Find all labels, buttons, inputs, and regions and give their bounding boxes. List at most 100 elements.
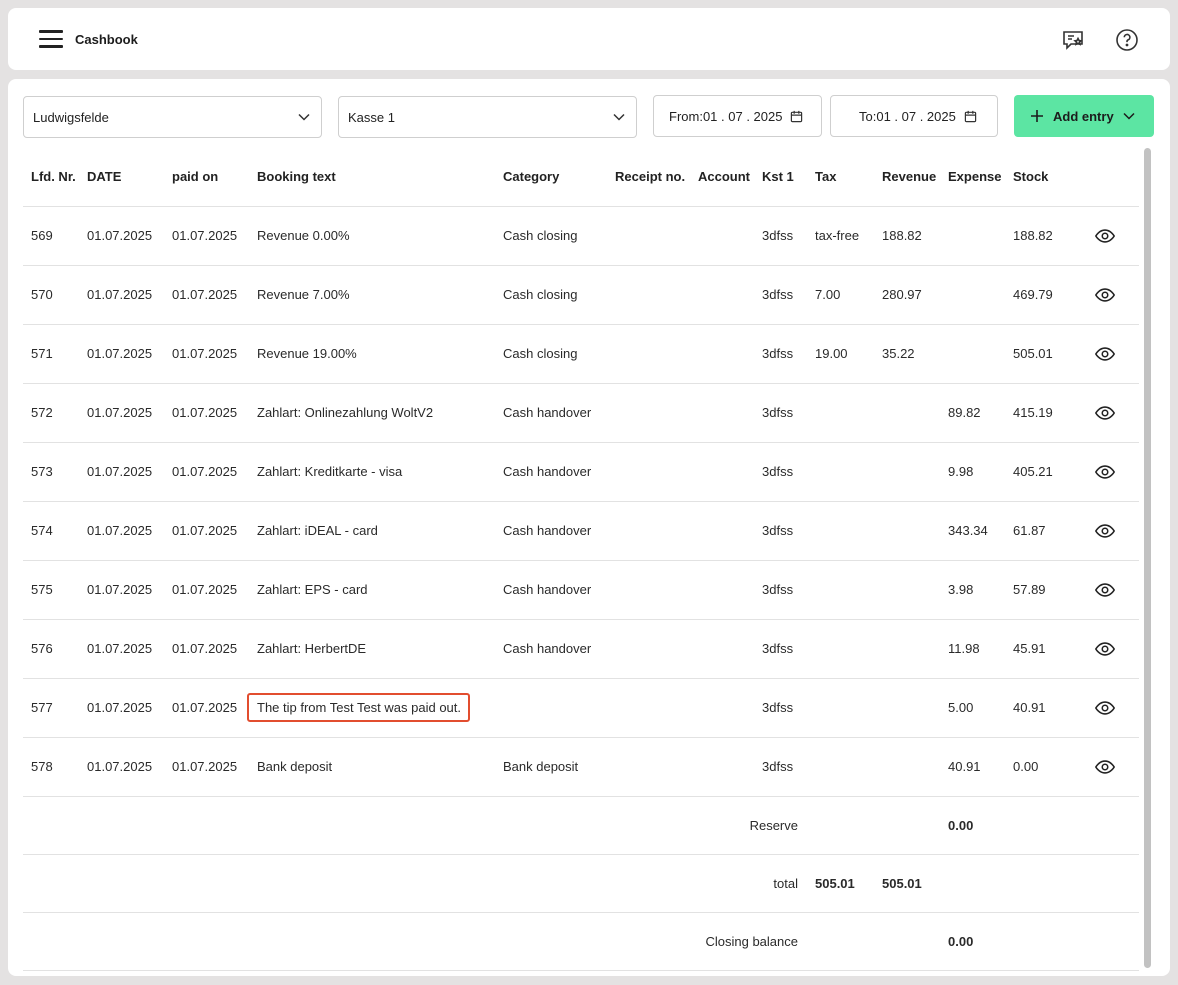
column-header: Lfd. Nr. [23, 147, 79, 207]
cell-account [690, 560, 754, 620]
column-header: paid on [164, 147, 249, 207]
cell-category: Cash handover [495, 619, 607, 679]
location-select[interactable]: Ludwigsfelde [23, 96, 322, 138]
calendar-icon[interactable] [964, 110, 977, 123]
cell-account [690, 501, 754, 561]
table-row[interactable]: 575 01.07.2025 01.07.2025 Zahlart: EPS - ca… [23, 560, 1139, 620]
cell-account [690, 265, 754, 325]
cell-text: Bank deposit [249, 737, 495, 797]
add-entry-button[interactable]: Add entry [1014, 95, 1154, 137]
cell-tax: 19.00 [807, 324, 874, 384]
cell-category [495, 678, 607, 738]
cell-revenue [874, 501, 940, 561]
table-row[interactable]: 578 01.07.2025 01.07.2025 Bank deposit Bank … [23, 737, 1139, 797]
view-entry-button[interactable] [1077, 619, 1139, 679]
view-entry-button[interactable] [1077, 501, 1139, 561]
cell-kst: 3dfss [754, 383, 807, 443]
eye-icon[interactable] [1094, 343, 1116, 365]
summary-value: 0.00 [940, 912, 1005, 971]
page-title: Cashbook [75, 32, 138, 47]
cell-revenue [874, 383, 940, 443]
cell-expense: 5.00 [940, 678, 1005, 738]
cell-date: 01.07.2025 [79, 442, 164, 502]
cell-revenue: 280.97 [874, 265, 940, 325]
summary-value: 505.01 [874, 854, 940, 913]
eye-icon[interactable] [1094, 579, 1116, 601]
cell-expense [940, 324, 1005, 384]
view-entry-button[interactable] [1077, 737, 1139, 797]
cashbook-table: Lfd. Nr. DATE paid on Booking text Category R… [23, 147, 1139, 971]
calendar-icon[interactable] [790, 110, 803, 123]
view-entry-button[interactable] [1077, 560, 1139, 620]
cell-tax: tax-free [807, 206, 874, 266]
top-bar: Cashbook [8, 8, 1170, 70]
cell-account [690, 383, 754, 443]
table-row[interactable]: 572 01.07.2025 01.07.2025 Zahlart: Onlineza… [23, 383, 1139, 443]
cell-tax [807, 678, 874, 738]
cell-date: 01.07.2025 [79, 560, 164, 620]
cell-revenue: 188.82 [874, 206, 940, 266]
cell-kst: 3dfss [754, 206, 807, 266]
table-row[interactable]: 573 01.07.2025 01.07.2025 Zahlart: Kreditka… [23, 442, 1139, 502]
cell-paid-on: 01.07.2025 [164, 442, 249, 502]
cell-revenue [874, 442, 940, 502]
eye-icon[interactable] [1094, 756, 1116, 778]
to-date-input[interactable]: To: 01 . 07 . 2025 [830, 95, 998, 137]
cell-revenue [874, 737, 940, 797]
cell-date: 01.07.2025 [79, 206, 164, 266]
help-circle-icon[interactable] [1115, 28, 1139, 52]
eye-icon[interactable] [1094, 284, 1116, 306]
view-entry-button[interactable] [1077, 206, 1139, 266]
cell-stock: 0.00 [1005, 737, 1077, 797]
summary-empty-cell [1005, 912, 1077, 971]
cell-nr: 573 [23, 442, 79, 502]
eye-icon[interactable] [1094, 638, 1116, 660]
chat-star-icon[interactable] [1061, 28, 1085, 52]
to-label: To: [859, 108, 877, 124]
eye-icon[interactable] [1094, 697, 1116, 719]
view-entry-button[interactable] [1077, 383, 1139, 443]
cell-receipt [607, 560, 690, 620]
eye-icon[interactable] [1094, 402, 1116, 424]
summary-value: 0.00 [940, 796, 1005, 855]
table-row[interactable]: 570 01.07.2025 01.07.2025 Revenue 7.00% Cash… [23, 265, 1139, 325]
cell-receipt [607, 206, 690, 266]
eye-icon[interactable] [1094, 520, 1116, 542]
cell-date: 01.07.2025 [79, 619, 164, 679]
view-entry-button[interactable] [1077, 324, 1139, 384]
eye-icon[interactable] [1094, 461, 1116, 483]
view-entry-button[interactable] [1077, 442, 1139, 502]
summary-label: total [23, 854, 807, 913]
cell-paid-on: 01.07.2025 [164, 324, 249, 384]
cell-tax [807, 501, 874, 561]
chevron-down-icon [1123, 112, 1135, 120]
register-select[interactable]: Kasse 1 [338, 96, 637, 138]
table-row[interactable]: 569 01.07.2025 01.07.2025 Revenue 0.00% Cash… [23, 206, 1139, 266]
cell-expense: 40.91 [940, 737, 1005, 797]
column-header: Kst 1 [754, 147, 807, 207]
column-header: Account [690, 147, 754, 207]
summary-label: Closing balance [23, 912, 807, 971]
cell-category: Cash handover [495, 560, 607, 620]
cell-stock: 61.87 [1005, 501, 1077, 561]
cell-stock: 505.01 [1005, 324, 1077, 384]
cell-account [690, 442, 754, 502]
cell-category: Cash closing [495, 324, 607, 384]
from-label: From: [669, 108, 703, 124]
cell-date: 01.07.2025 [79, 678, 164, 738]
eye-icon[interactable] [1094, 225, 1116, 247]
table-row[interactable]: 574 01.07.2025 01.07.2025 Zahlart: iDEAL - … [23, 501, 1139, 561]
vertical-scrollbar[interactable] [1141, 145, 1153, 972]
table-row[interactable]: 576 01.07.2025 01.07.2025 Zahlart: HerbertD… [23, 619, 1139, 679]
from-date-input[interactable]: From: 01 . 07 . 2025 [653, 95, 822, 137]
column-header: DATE [79, 147, 164, 207]
add-entry-label: Add entry [1053, 108, 1114, 124]
scrollbar-thumb[interactable] [1144, 148, 1151, 968]
column-header: Booking text [249, 147, 495, 207]
view-entry-button[interactable] [1077, 678, 1139, 738]
view-entry-button[interactable] [1077, 265, 1139, 325]
table-row[interactable]: 577 01.07.2025 01.07.2025 The tip from Test… [23, 678, 1139, 738]
table-row[interactable]: 571 01.07.2025 01.07.2025 Revenue 19.00% Cas… [23, 324, 1139, 384]
hamburger-menu-icon[interactable] [39, 30, 63, 48]
cell-kst: 3dfss [754, 737, 807, 797]
